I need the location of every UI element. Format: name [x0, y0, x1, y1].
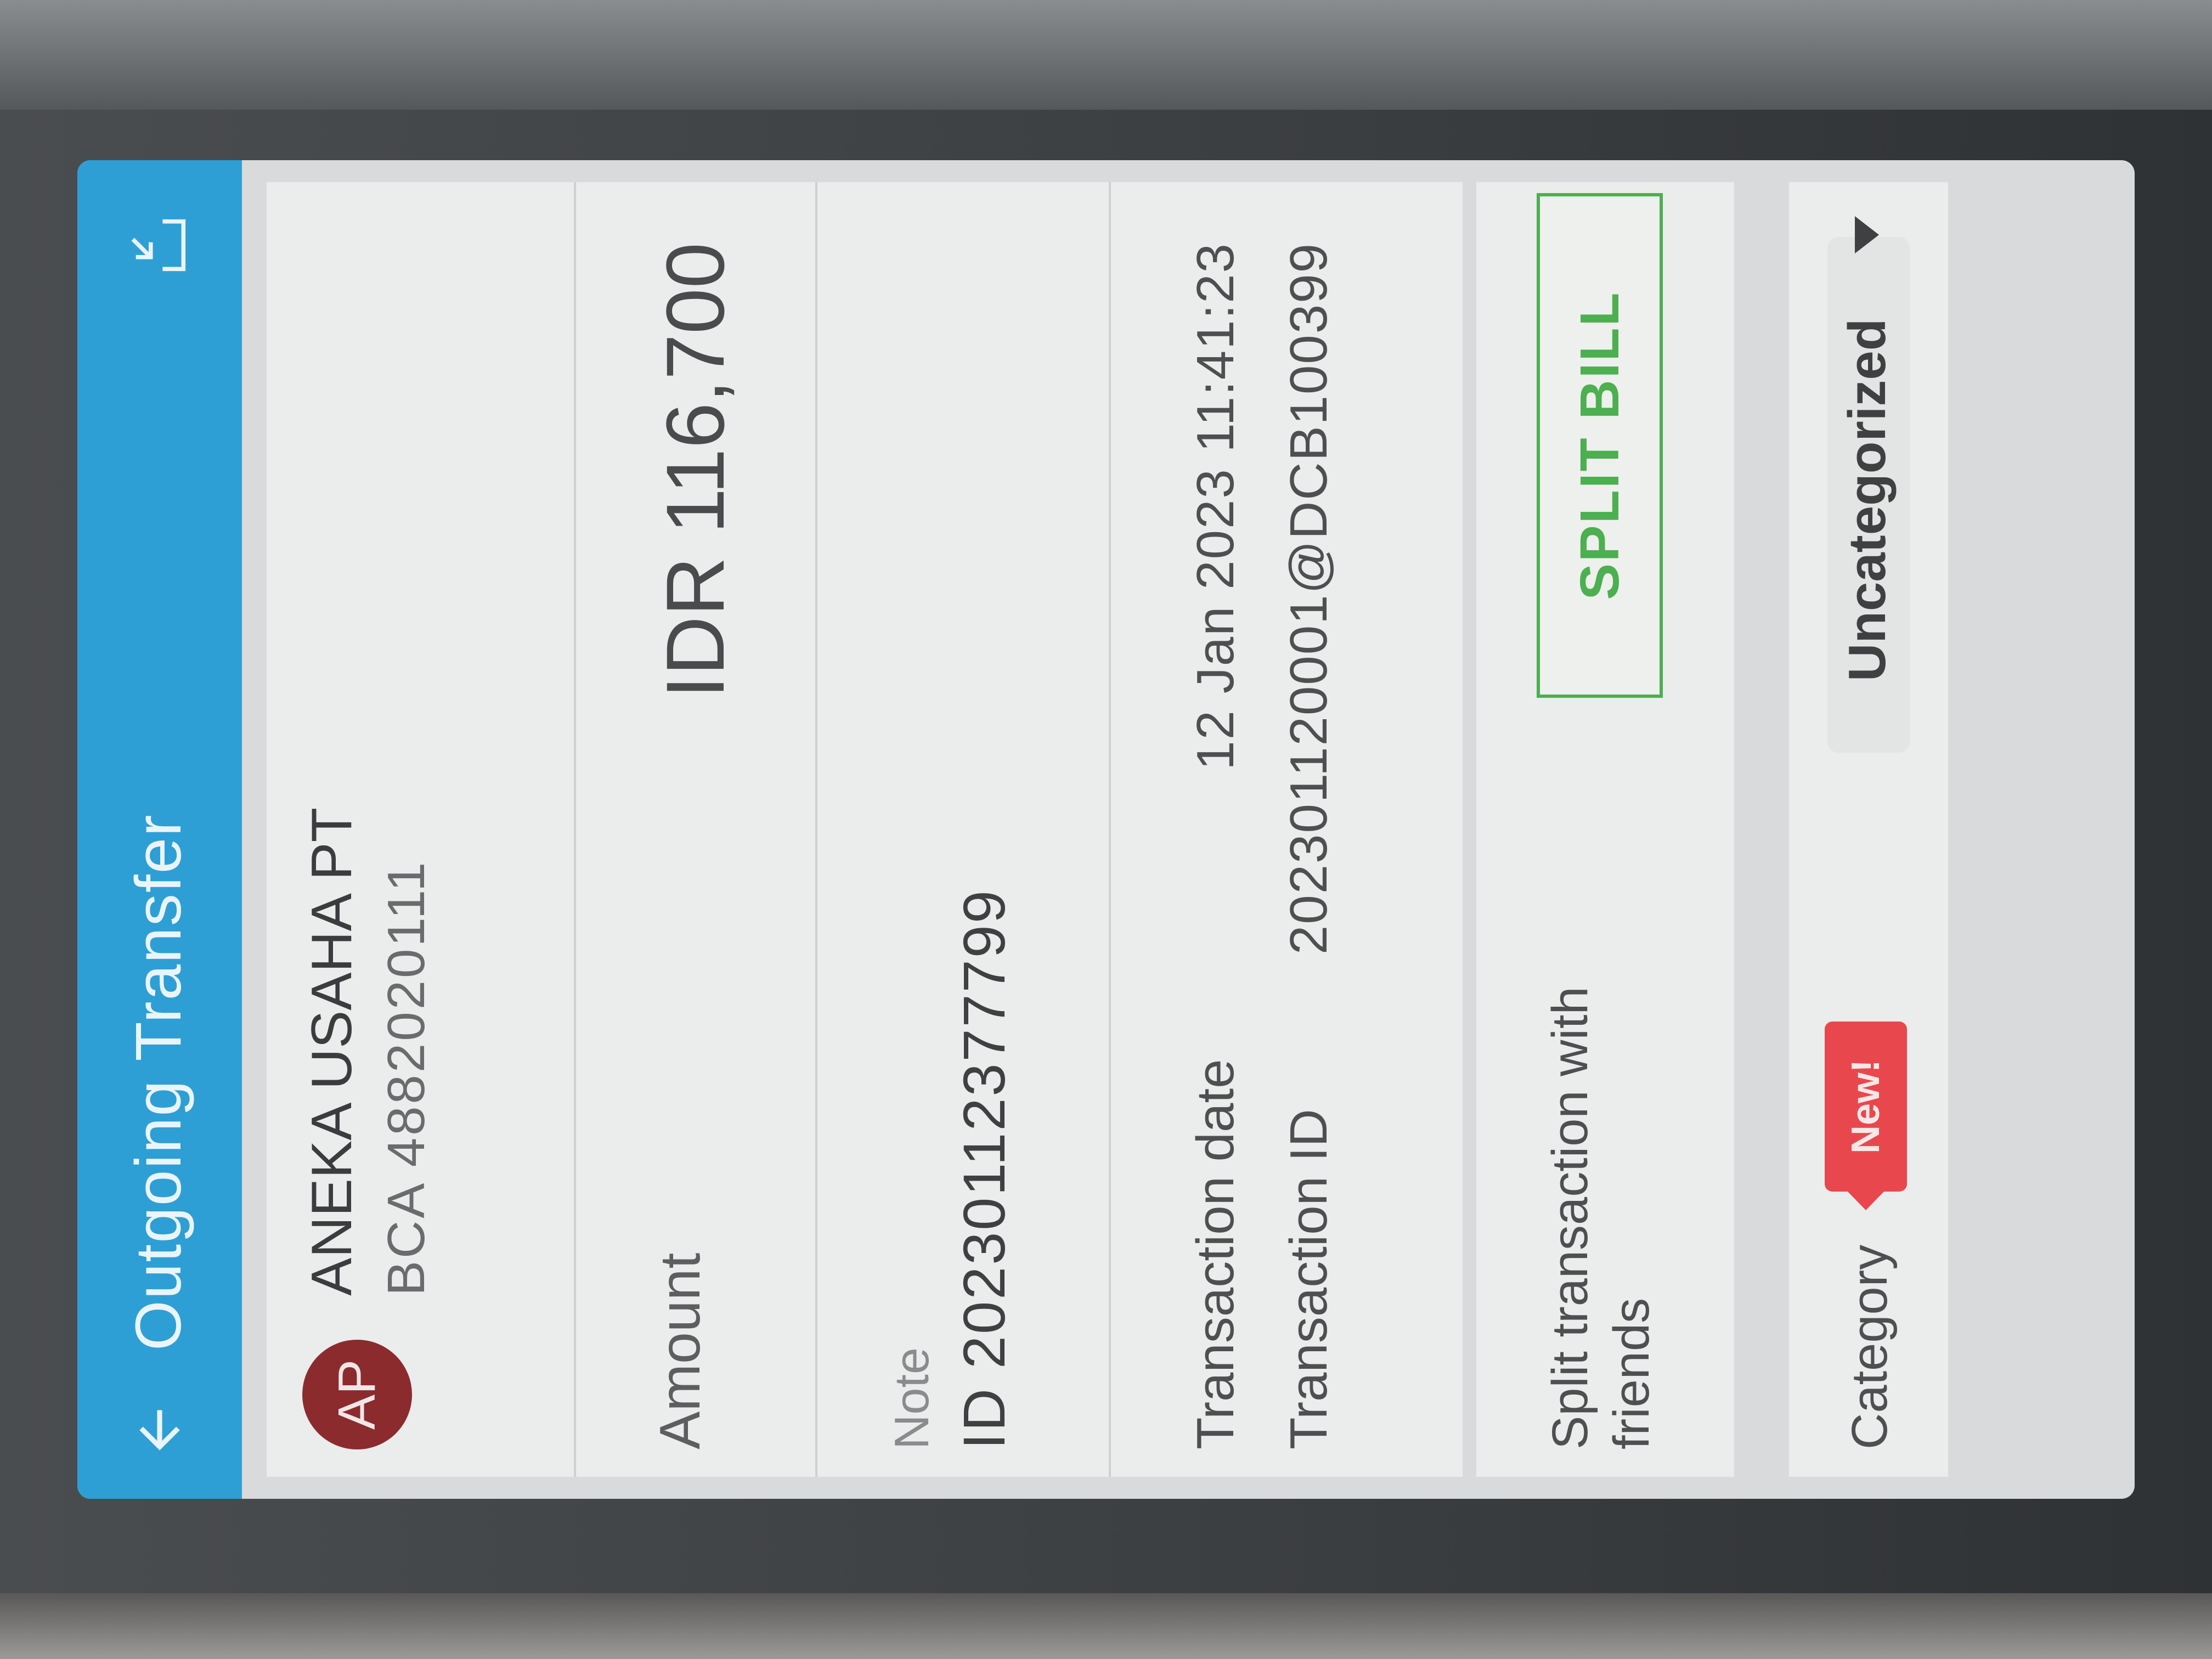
page-title: Outgoing Transfer — [122, 814, 195, 1351]
divider — [574, 182, 576, 1477]
note-value: ID 20230112377799 — [951, 889, 1017, 1449]
arrow-left-icon[interactable] — [129, 1400, 190, 1460]
divider — [815, 182, 817, 1477]
split-description: Split transaction with friends — [1542, 986, 1660, 1449]
category-value[interactable]: Uncategorized — [1837, 319, 1898, 681]
merchant-account: BCA 4882020111 — [377, 860, 436, 1296]
transaction-date-value: 12 Jan 2023 11:41:23 — [1186, 242, 1245, 770]
transaction-detail-screen: Outgoing Transfer AP ANEKA USAHA PT BCA … — [77, 160, 2135, 1499]
transaction-id-value: 202301120001@DCB100399 — [1279, 242, 1338, 955]
transaction-id-label: Transaction ID — [1279, 1109, 1338, 1449]
new-badge: New! — [1825, 1022, 1907, 1192]
download-export-icon[interactable] — [124, 210, 195, 281]
amount-value: IDR 116,700 — [649, 242, 741, 699]
divider — [1109, 182, 1111, 1477]
amount-label: Amount — [648, 1252, 712, 1449]
chevron-down-icon[interactable] — [1855, 216, 1879, 253]
phone-bezel-top — [0, 0, 2212, 110]
avatar: AP — [302, 1340, 412, 1449]
phone-bezel-bottom — [0, 1593, 2212, 1659]
category-label: Category — [1842, 1244, 1898, 1449]
merchant-name: ANEKA USAHA PT — [300, 807, 364, 1296]
split-bill-button[interactable]: SPLIT BILL — [1537, 193, 1663, 698]
note-label: Note — [884, 1347, 939, 1449]
app-bar: Outgoing Transfer — [77, 160, 242, 1499]
transaction-date-label: Transaction date — [1186, 1059, 1245, 1449]
